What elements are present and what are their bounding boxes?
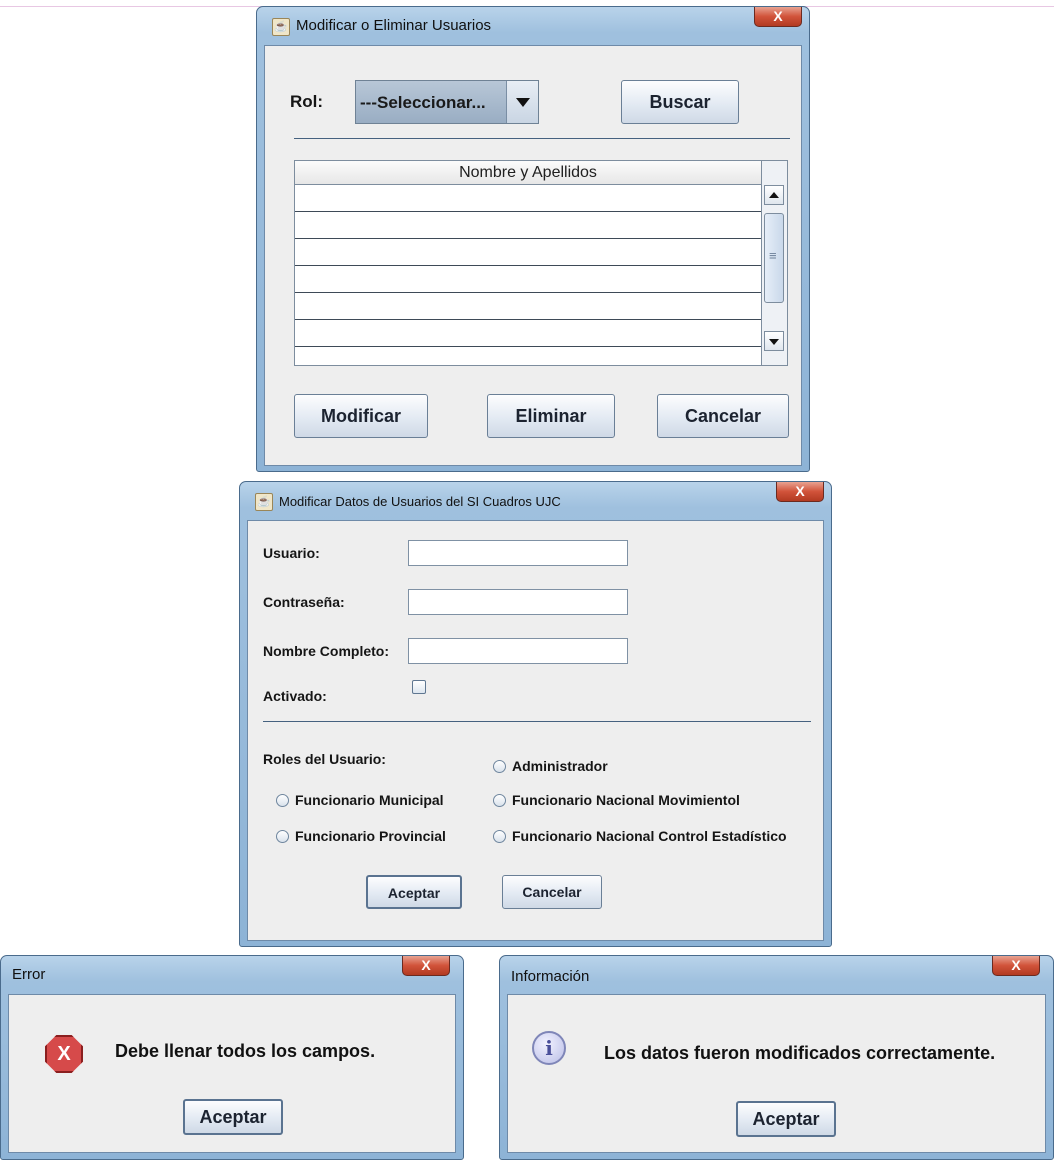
radio-circle-icon [276,830,289,843]
nombre-completo-field[interactable] [408,638,628,664]
informacion-dialog: Información X i Los datos fueron modific… [499,955,1054,1160]
window-content: Usuario: Contraseña: Nombre Completo: Ac… [247,520,824,941]
java-cup-icon: ☕ [272,18,290,36]
window-title: Modificar o Eliminar Usuarios [296,17,492,34]
error-message: Debe llenar todos los campos. [115,1041,376,1061]
radio-funcionario-nacional-control[interactable]: Funcionario Nacional Control Estadístico [493,828,787,844]
error-icon: X [45,1035,83,1073]
scroll-thumb[interactable] [764,213,784,303]
contrasena-field[interactable] [408,589,628,615]
title-bar: ☕ Modificar o Eliminar Usuarios X [264,7,802,45]
radio-label: Administrador [512,758,608,774]
scroll-up-arrow-icon[interactable] [764,185,784,205]
cancelar-button[interactable]: Cancelar [657,394,789,438]
table-header-nombre-apellidos[interactable]: Nombre y Apellidos [295,161,761,185]
radio-circle-icon [493,760,506,773]
aceptar-button[interactable]: Aceptar [736,1101,836,1137]
java-cup-icon: ☕ [255,493,273,511]
usuarios-table[interactable]: Nombre y Apellidos [294,160,788,366]
table-row[interactable] [295,239,761,266]
dialog-content: i Los datos fueron modificados correctam… [507,994,1046,1153]
activado-checkbox[interactable] [412,680,426,694]
radio-circle-icon [276,794,289,807]
aceptar-button[interactable]: Aceptar [366,875,462,909]
radio-label: Funcionario Municipal [295,792,444,808]
close-button[interactable]: X [754,7,802,27]
rol-combobox[interactable]: ---Seleccionar... [355,80,539,124]
combobox-arrow-icon[interactable] [506,81,538,123]
vertical-scrollbar[interactable] [761,161,787,365]
cancelar-button[interactable]: Cancelar [502,875,602,909]
roles-del-usuario-label: Roles del Usuario: [263,751,386,767]
radio-label: Funcionario Provincial [295,828,446,844]
modificar-datos-usuarios-window: ☕ Modificar Datos de Usuarios del SI Cua… [239,481,832,947]
radio-circle-icon [493,830,506,843]
separator [294,138,790,139]
nombre-completo-label: Nombre Completo: [263,643,389,659]
usuario-label: Usuario: [263,545,320,561]
radio-funcionario-provincial[interactable]: Funcionario Provincial [276,828,446,844]
radio-administrador[interactable]: Administrador [493,758,608,774]
close-button[interactable]: X [992,956,1040,976]
error-dialog: Error X X Debe llenar todos los campos. … [0,955,464,1160]
info-message: Los datos fueron modificados correctamen… [604,1043,996,1063]
close-button[interactable]: X [402,956,450,976]
radio-funcionario-municipal[interactable]: Funcionario Municipal [276,792,444,808]
title-bar: ☕ Modificar Datos de Usuarios del SI Cua… [247,482,824,520]
activado-label: Activado: [263,688,327,704]
dialog-title: Información [511,968,590,985]
modificar-eliminar-usuarios-window: ☕ Modificar o Eliminar Usuarios X Rol: -… [256,6,810,472]
modificar-button[interactable]: Modificar [294,394,428,438]
window-title: Modificar Datos de Usuarios del SI Cuadr… [279,494,561,509]
table-row[interactable] [295,185,761,212]
window-content: Rol: ---Seleccionar... Buscar Nombre y A… [264,45,802,466]
table-row[interactable] [295,320,761,347]
title-bar: Error X [8,956,456,994]
radio-label: Funcionario Nacional Movimientol [512,792,740,808]
table-row[interactable] [295,212,761,239]
close-button[interactable]: X [776,482,824,502]
eliminar-button[interactable]: Eliminar [487,394,615,438]
aceptar-button[interactable]: Aceptar [183,1099,283,1135]
table-row[interactable] [295,293,761,320]
rol-label: Rol: [290,92,324,111]
rol-combobox-value: ---Seleccionar... [360,93,486,112]
scroll-down-arrow-icon[interactable] [764,331,784,351]
contrasena-label: Contraseña: [263,594,345,610]
table-row[interactable] [295,266,761,293]
radio-circle-icon [493,794,506,807]
dialog-content: X Debe llenar todos los campos. Aceptar [8,994,456,1153]
usuario-field[interactable] [408,540,628,566]
dialog-title: Error [12,966,46,983]
buscar-button[interactable]: Buscar [621,80,739,124]
radio-label: Funcionario Nacional Control Estadístico [512,828,787,844]
title-bar: Información X [507,956,1046,994]
info-icon: i [532,1031,566,1065]
radio-funcionario-nacional-movimiento[interactable]: Funcionario Nacional Movimientol [493,792,740,808]
separator [263,721,811,722]
